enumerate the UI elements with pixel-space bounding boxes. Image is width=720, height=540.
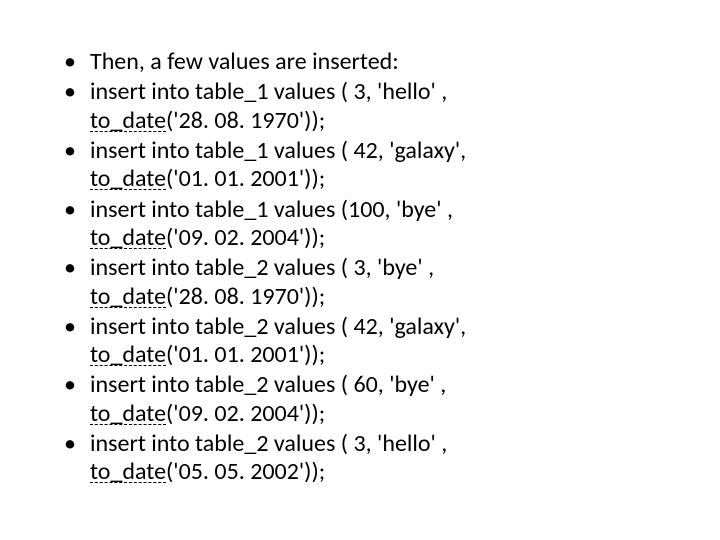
fn-arg: ('05. 05. 2002'));	[166, 457, 325, 486]
list-item: insert into table_1 values ( 42, 'galaxy…	[60, 137, 660, 194]
fn-arg: ('28. 08. 1970'));	[166, 282, 325, 311]
fn-arg: ('28. 08. 1970'));	[166, 106, 325, 135]
list-item: insert into table_2 values ( 3, 'bye' , …	[60, 254, 660, 311]
list-item: insert into table_1 values (100, 'bye' ,…	[60, 196, 660, 253]
list-item: insert into table_2 values ( 42, 'galaxy…	[60, 313, 660, 370]
slide: Then, a few values are inserted: insert …	[0, 0, 720, 540]
bullet-text: Then, a few values are inserted:	[90, 47, 399, 76]
fn-arg: ('09. 02. 2004'));	[166, 399, 325, 428]
fn-name: to_date	[90, 106, 166, 135]
list-item: insert into table_2 values ( 60, 'bye' ,…	[60, 371, 660, 428]
sql-prefix: insert into table_1 values ( 42, 'galaxy…	[90, 136, 466, 165]
sql-prefix: insert into table_2 values ( 60, 'bye' ,	[90, 370, 446, 399]
fn-arg: ('01. 01. 2001'));	[166, 340, 325, 369]
sql-prefix: insert into table_2 values ( 3, 'bye' ,	[90, 253, 434, 282]
list-item: insert into table_2 values ( 3, 'hello' …	[60, 430, 660, 487]
fn-arg: ('09. 02. 2004'));	[166, 223, 325, 252]
fn-name: to_date	[90, 282, 166, 311]
fn-name: to_date	[90, 340, 166, 369]
fn-name: to_date	[90, 399, 166, 428]
sql-prefix: insert into table_2 values ( 42, 'galaxy…	[90, 312, 466, 341]
list-item: Then, a few values are inserted:	[60, 48, 660, 76]
sql-prefix: insert into table_1 values (100, 'bye' ,	[90, 195, 453, 224]
fn-arg: ('01. 01. 2001'));	[166, 164, 325, 193]
sql-prefix: insert into table_2 values ( 3, 'hello' …	[90, 429, 447, 458]
list-item: insert into table_1 values ( 3, 'hello' …	[60, 78, 660, 135]
fn-name: to_date	[90, 164, 166, 193]
bullet-list: Then, a few values are inserted: insert …	[60, 48, 660, 487]
sql-prefix: insert into table_1 values ( 3, 'hello' …	[90, 77, 447, 106]
fn-name: to_date	[90, 457, 166, 486]
fn-name: to_date	[90, 223, 166, 252]
